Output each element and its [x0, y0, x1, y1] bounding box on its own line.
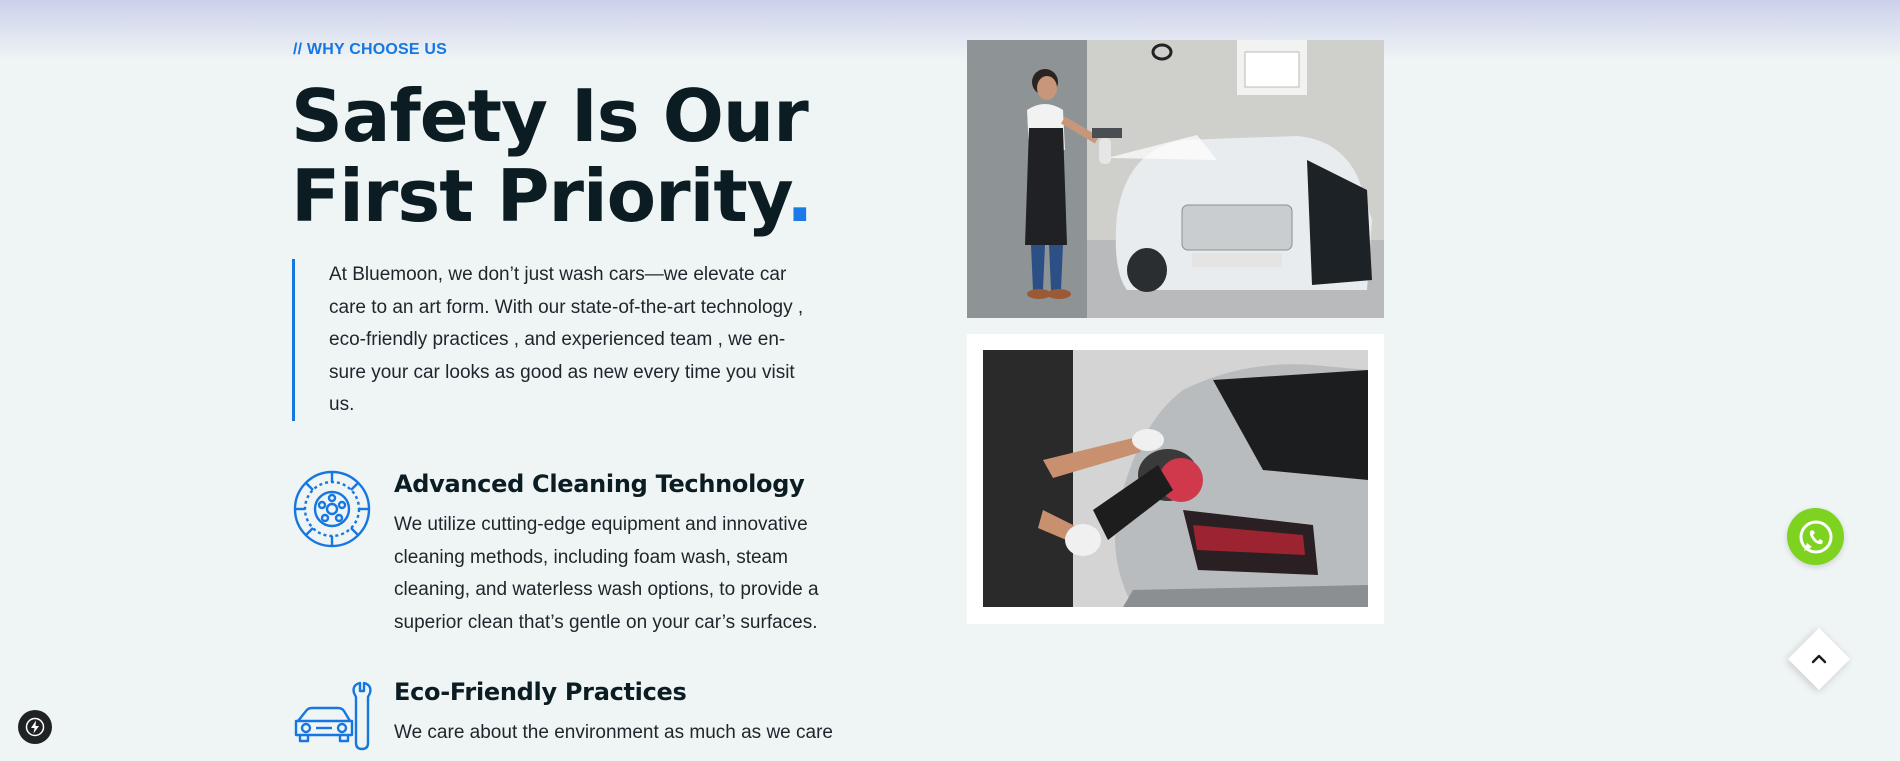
wheel-gear-icon	[292, 469, 372, 549]
chevron-up-icon	[1811, 654, 1827, 664]
intro-block: At Bluemoon, we don’t just wash cars—we …	[292, 259, 805, 421]
intro-text: At Bluemoon, we don’t just wash cars—we …	[329, 264, 804, 415]
section-eyebrow: // WHY CHOOSE US	[293, 41, 448, 58]
photo-frame	[967, 334, 1384, 624]
polishing-car-tail-photo	[983, 350, 1368, 607]
feature-title: Advanced Cleaning Technology	[394, 470, 805, 498]
section-title: Safety Is Our First Priority.	[291, 76, 931, 236]
whatsapp-icon	[1799, 520, 1832, 553]
car-wrench-icon	[292, 677, 372, 757]
lightning-button[interactable]	[18, 710, 52, 744]
whatsapp-button[interactable]	[1787, 508, 1844, 565]
section-title-text: Safety Is Our First Priority	[291, 74, 809, 238]
lightning-icon	[25, 717, 45, 737]
feature-title: Eco-Friendly Practices	[394, 678, 687, 706]
man-foam-washing-car-photo	[967, 40, 1384, 318]
title-accent-dot: .	[786, 154, 813, 238]
feature-text: We utilize cutting-edge equipment and in…	[394, 514, 819, 633]
feature-text: We care about the environment as much as…	[394, 722, 833, 743]
scroll-to-top-button[interactable]	[1787, 627, 1851, 691]
header-shadow	[0, 0, 1900, 60]
